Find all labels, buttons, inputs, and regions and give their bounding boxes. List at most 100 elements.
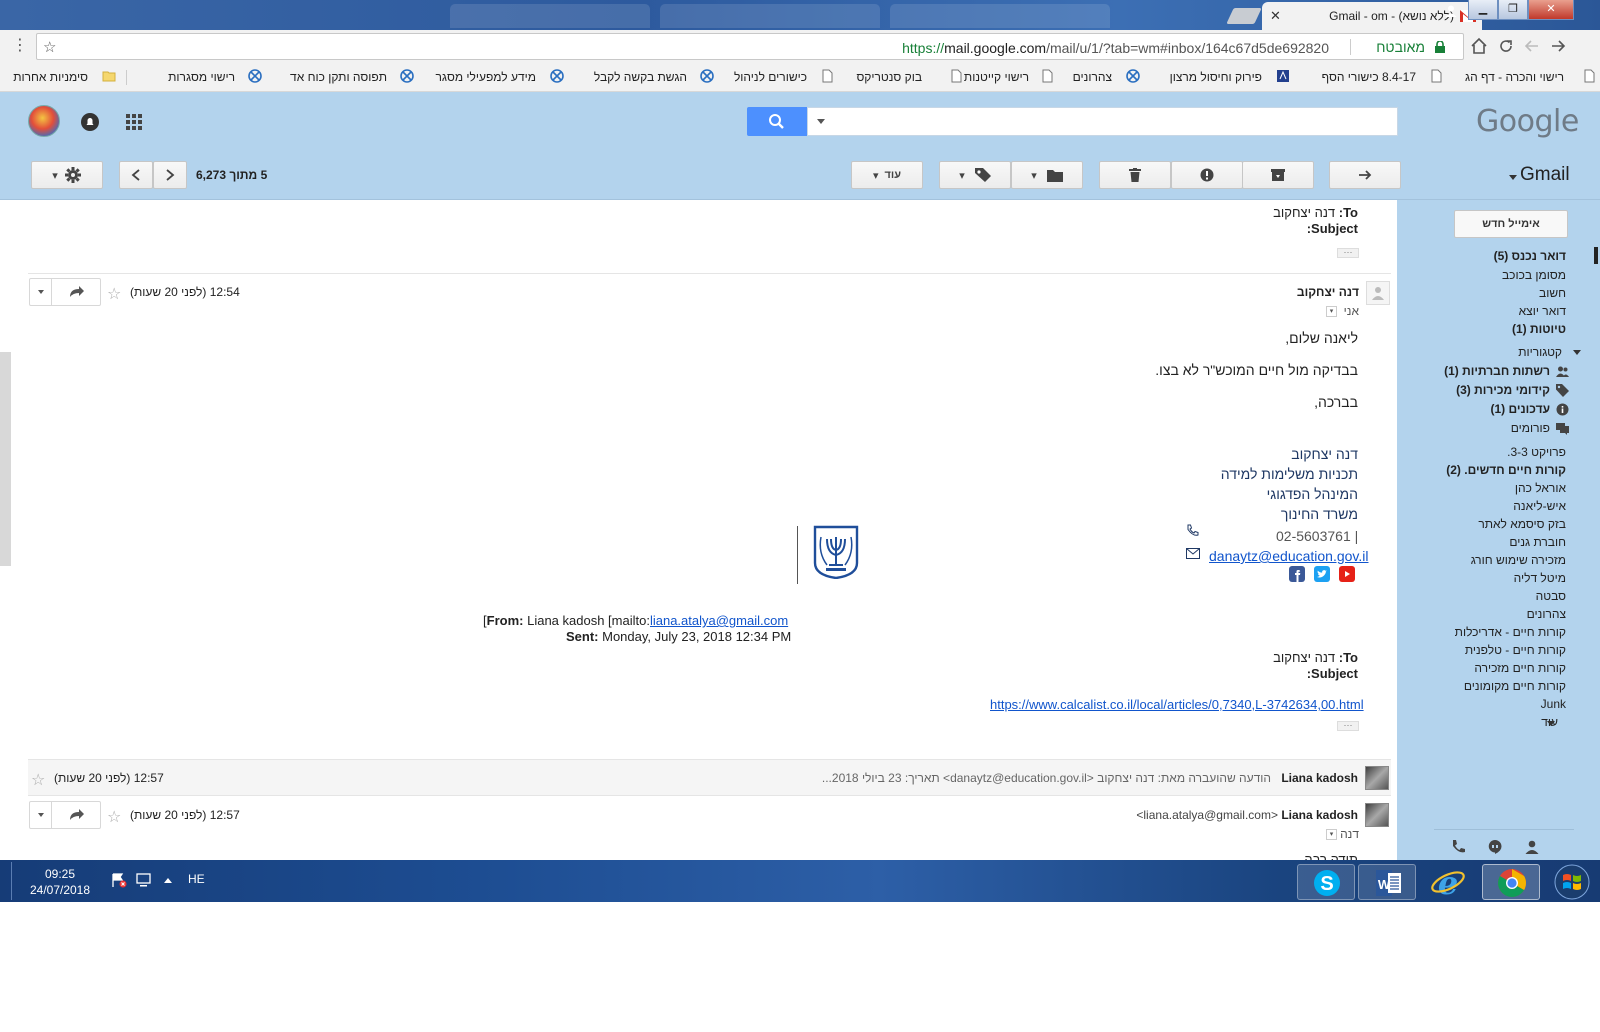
contacts-icon[interactable] — [1524, 839, 1540, 855]
notifications-icon[interactable] — [80, 112, 100, 132]
more-button[interactable]: ▾ עוד — [851, 161, 923, 189]
gmail-menu-caret-icon[interactable] — [1509, 173, 1517, 181]
home-icon[interactable] — [1470, 37, 1488, 55]
forward-message-button[interactable] — [52, 802, 100, 828]
sidebar-label-junk[interactable]: Junk — [1541, 697, 1566, 711]
show-trimmed-content-button[interactable]: ··· — [1337, 248, 1359, 258]
background-tab[interactable] — [450, 4, 650, 28]
sidebar-label[interactable]: קורות חיים מקומונים — [1464, 679, 1566, 693]
twitter-icon[interactable] — [1314, 566, 1330, 582]
bookmark-item[interactable]: מידע למפעילי מסגר — [435, 70, 536, 84]
older-button[interactable] — [119, 161, 153, 189]
sidebar-item-important[interactable]: חשוב — [1539, 286, 1566, 300]
sender-avatar[interactable] — [1365, 766, 1389, 790]
bookmark-item[interactable]: כישורים לניהול — [734, 70, 807, 84]
sidebar-categories-label[interactable]: קטגוריות — [1518, 345, 1562, 359]
restore-window-icon[interactable]: ❐ — [1498, 0, 1528, 20]
sidebar-label[interactable]: מיטל דליה — [1514, 571, 1566, 585]
sidebar-label[interactable]: בזק סיסמא לאתר — [1478, 517, 1566, 531]
sidebar-label[interactable]: אוראל כהן — [1515, 481, 1566, 495]
search-input[interactable] — [807, 107, 1398, 136]
bookmark-item[interactable]: סימניות אחרות — [13, 70, 88, 84]
bookmark-item[interactable]: רישוי קייטנות — [964, 70, 1029, 84]
reload-icon[interactable] — [1497, 37, 1515, 55]
sender-avatar[interactable] — [1365, 803, 1389, 827]
search-options-icon[interactable] — [816, 116, 826, 126]
internet-explorer-taskbar-button[interactable]: e — [1419, 864, 1477, 900]
sidebar-label[interactable]: מזכירה שימוש חורג — [1471, 553, 1566, 567]
show-desktop-button[interactable] — [0, 862, 12, 900]
sidebar-category-social[interactable]: רשתות חברתיות (1) — [1444, 364, 1550, 378]
bookmark-item[interactable]: רישוי מסגרות — [168, 70, 235, 84]
apps-grid-icon[interactable] — [126, 114, 142, 130]
bookmark-item[interactable]: הגשת בקשה לקבל — [594, 70, 687, 84]
newer-button[interactable] — [153, 161, 187, 189]
sidebar-label[interactable]: קורות חיים - טלפנית — [1465, 643, 1566, 657]
google-logo[interactable]: Google — [1476, 104, 1579, 139]
sidebar-item-starred[interactable]: מסומן בכוכב — [1502, 268, 1566, 282]
delete-button[interactable] — [1099, 161, 1171, 189]
bookmark-item[interactable]: 8.4-17 כישורי הסף — [1322, 70, 1416, 84]
details-toggle-icon[interactable]: ▾ — [1326, 829, 1337, 840]
sidebar-label[interactable]: קורות חיים מזכירה — [1474, 661, 1566, 675]
menu-icon[interactable]: ⋮ — [12, 38, 28, 54]
message-recipient[interactable]: דנה — [1340, 827, 1359, 841]
sidebar-label[interactable]: צהרונים — [1527, 607, 1566, 621]
more-caret-icon[interactable] — [1547, 719, 1555, 727]
sidebar-item-sent[interactable]: דואר יוצא — [1519, 304, 1566, 318]
search-button[interactable] — [747, 107, 807, 136]
star-icon[interactable]: ☆ — [107, 284, 121, 304]
close-tab-icon[interactable]: ✕ — [1270, 8, 1281, 24]
compose-button[interactable]: אימייל חדש — [1454, 210, 1568, 238]
message-sender[interactable]: דנה יצחקוב — [1297, 285, 1359, 299]
settings-button[interactable]: ▾ — [31, 161, 103, 189]
taskbar-clock[interactable]: 09:25 24/07/2018 — [18, 866, 102, 898]
details-toggle-icon[interactable]: ▾ — [1326, 306, 1337, 317]
sidebar-category-updates[interactable]: עדכונים (1) — [1490, 402, 1550, 416]
message-recipient[interactable]: אני — [1344, 304, 1359, 318]
youtube-icon[interactable] — [1339, 566, 1355, 582]
sidebar-label[interactable]: סבטה — [1536, 589, 1566, 603]
sidebar-category-forums[interactable]: פורומים — [1511, 421, 1550, 435]
url-input[interactable]: ☆ https://mail.google.com/mail/u/1/?tab=… — [36, 33, 1464, 60]
chrome-taskbar-button[interactable] — [1482, 864, 1540, 900]
word-taskbar-button[interactable]: W — [1358, 864, 1416, 900]
close-window-icon[interactable]: ✕ — [1528, 0, 1574, 20]
sidebar-label[interactable]: קורות חיים חדשים. (2) — [1446, 463, 1566, 477]
start-button[interactable] — [1548, 864, 1596, 900]
labels-button[interactable]: ▾ — [939, 161, 1011, 189]
action-center-flag-icon[interactable] — [111, 872, 127, 888]
language-indicator[interactable]: HE — [188, 872, 205, 886]
lock-icon[interactable] — [1435, 41, 1445, 53]
background-tab[interactable] — [890, 4, 1110, 28]
facebook-icon[interactable] — [1289, 566, 1305, 582]
star-icon[interactable]: ☆ — [107, 807, 121, 827]
bookmark-star-icon[interactable]: ☆ — [43, 38, 56, 56]
sidebar-label[interactable]: קורות חיים - אדריכלות — [1455, 625, 1566, 639]
more-actions-button[interactable] — [30, 802, 52, 828]
sender-avatar[interactable] — [1366, 281, 1390, 305]
categories-caret-icon[interactable] — [1573, 348, 1581, 356]
phone-icon[interactable] — [1450, 839, 1466, 855]
bookmark-item[interactable]: תפוסה ותקן כוח אד — [290, 70, 387, 84]
move-to-button[interactable]: ▾ — [1011, 161, 1083, 189]
forward-icon[interactable] — [1523, 37, 1541, 55]
sidebar-item-inbox[interactable]: דואר נכנס (5) — [1494, 249, 1566, 263]
new-tab-button[interactable] — [1226, 8, 1262, 24]
bookmark-item[interactable]: בוק סנטריקס — [856, 70, 922, 84]
hangouts-icon[interactable] — [1487, 839, 1503, 855]
back-icon[interactable] — [1549, 37, 1567, 55]
article-link[interactable]: https://www.calcalist.co.il/local/articl… — [990, 697, 1364, 712]
avatar[interactable] — [28, 105, 60, 137]
signature-email-link[interactable]: danaytz@education.gov.il — [1209, 548, 1369, 564]
bookmark-item[interactable]: פירוק וחיסול מרצון — [1170, 70, 1262, 84]
sidebar-label[interactable]: פרויקט 3-3. — [1507, 445, 1566, 459]
sidebar-item-drafts[interactable]: טיוטות (1) — [1512, 322, 1566, 336]
from-email-link[interactable]: liana.atalya@gmail.com — [650, 613, 788, 628]
forward-message-button[interactable] — [52, 279, 100, 305]
bookmark-item[interactable]: צהרונים — [1073, 70, 1112, 84]
gmail-app-label[interactable]: Gmail — [1520, 164, 1570, 186]
tray-overflow-icon[interactable] — [163, 876, 173, 884]
scrollbar-thumb[interactable] — [0, 352, 11, 566]
star-icon[interactable]: ☆ — [31, 770, 45, 790]
